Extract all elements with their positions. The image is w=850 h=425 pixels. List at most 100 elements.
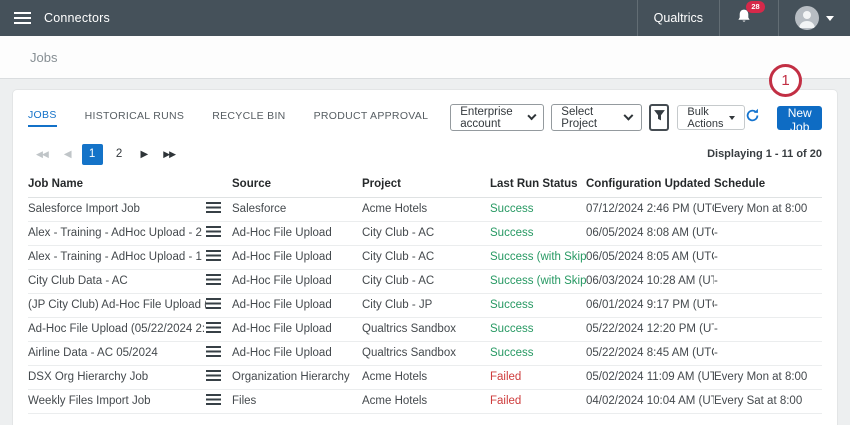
tab-jobs[interactable]: JOBS xyxy=(28,109,57,127)
tab-recycle-bin[interactable]: RECYCLE BIN xyxy=(212,110,285,126)
user-menu[interactable] xyxy=(778,0,850,36)
job-name-cell: Alex - Training - AdHoc Upload - 1 xyxy=(28,245,206,269)
updated-cell: 04/02/2024 10:04 AM (UTC-... xyxy=(586,389,714,413)
avatar xyxy=(795,6,819,30)
notifications-button[interactable]: 28 xyxy=(719,0,778,36)
source-cell: Organization Hierarchy xyxy=(232,365,362,389)
app-header: Connectors Qualtrics 28 xyxy=(0,0,850,36)
status-badge: Success xyxy=(490,227,533,239)
source-cell: Salesforce xyxy=(232,197,362,221)
table-row: Weekly Files Import Job Files Acme Hotel… xyxy=(28,389,822,413)
job-name-cell: (JP City Club) Ad-Hoc File Upload (06/01… xyxy=(28,293,206,317)
column-header-schedule[interactable]: Schedule xyxy=(714,171,822,197)
row-actions-button[interactable] xyxy=(206,322,221,333)
column-header-actions xyxy=(206,171,232,197)
table-row: City Club Data - AC Ad-Hoc File Upload C… xyxy=(28,269,822,293)
table-row: Airline Data - AC 05/2024 Ad-Hoc File Up… xyxy=(28,341,822,365)
updated-cell: 06/01/2024 9:17 PM (UTC-0... xyxy=(586,293,714,317)
breadcrumb-bar: Jobs xyxy=(0,36,850,79)
project-select-value: Select Project xyxy=(561,106,625,130)
last-page-button[interactable]: ▶▶ xyxy=(155,149,183,160)
account-select[interactable]: Enterprise account xyxy=(450,104,544,131)
status-badge: Success (with Skipp... xyxy=(490,275,586,287)
table-header-row: Job Name Source Project Last Run Status … xyxy=(28,171,822,197)
page-button-1[interactable]: 1 xyxy=(82,144,103,165)
column-header-configuration-updated[interactable]: Configuration Updated xyxy=(586,171,714,197)
table-row: (JP City Club) Ad-Hoc File Upload (06/01… xyxy=(28,293,822,317)
source-cell: Ad-Hoc File Upload xyxy=(232,269,362,293)
job-name-cell: Ad-Hoc File Upload (05/22/2024 2:19 PM .… xyxy=(28,317,206,341)
table-row: Alex - Training - AdHoc Upload - 1 Ad-Ho… xyxy=(28,245,822,269)
page-button-2[interactable]: 2 xyxy=(109,144,130,165)
table-row: Salesforce Import Job Salesforce Acme Ho… xyxy=(28,197,822,221)
row-actions-button[interactable] xyxy=(206,202,221,213)
new-job-button[interactable]: New Job xyxy=(777,106,822,130)
row-actions-button[interactable] xyxy=(206,298,221,309)
annotation-callout-1: 1 xyxy=(769,64,802,97)
app-title: Connectors xyxy=(44,11,110,25)
tab-historical-runs[interactable]: HISTORICAL RUNS xyxy=(85,110,185,126)
schedule-cell: - xyxy=(714,221,822,245)
row-actions-button[interactable] xyxy=(206,394,221,405)
tab-bar: JOBS HISTORICAL RUNS RECYCLE BIN PRODUCT… xyxy=(28,109,428,127)
table-row: DSX Org Hierarchy Job Organization Hiera… xyxy=(28,365,822,389)
updated-cell: 06/03/2024 10:28 AM (UTC-... xyxy=(586,269,714,293)
job-name-cell: Salesforce Import Job xyxy=(28,197,206,221)
bulk-actions-label: Bulk Actions xyxy=(687,106,723,130)
refresh-icon xyxy=(745,108,760,128)
column-header-project[interactable]: Project xyxy=(362,171,490,197)
schedule-cell: Every Sat at 8:00 xyxy=(714,389,822,413)
status-badge: Success (with Skipp... xyxy=(490,251,586,263)
column-header-job-name[interactable]: Job Name xyxy=(28,171,206,197)
row-actions-button[interactable] xyxy=(206,250,221,261)
breadcrumb: Jobs xyxy=(30,50,57,65)
schedule-cell: - xyxy=(714,245,822,269)
brand-link[interactable]: Qualtrics xyxy=(637,0,719,36)
status-badge: Success xyxy=(490,299,533,311)
account-select-value: Enterprise account xyxy=(460,106,528,130)
bulk-actions-button[interactable]: Bulk Actions xyxy=(677,105,745,130)
bell-icon: 28 xyxy=(736,8,762,29)
project-cell: Acme Hotels xyxy=(362,389,490,413)
updated-cell: 06/05/2024 8:05 AM (UTC-0... xyxy=(586,245,714,269)
column-header-last-run-status[interactable]: Last Run Status xyxy=(490,171,586,197)
pagination-summary: Displaying 1 - 11 of 20 xyxy=(707,148,822,160)
job-name-cell: Alex - Training - AdHoc Upload - 2 xyxy=(28,221,206,245)
tab-product-approval[interactable]: PRODUCT APPROVAL xyxy=(314,110,429,126)
next-page-button[interactable]: ▶ xyxy=(133,149,156,160)
source-cell: Ad-Hoc File Upload xyxy=(232,221,362,245)
schedule-cell: - xyxy=(714,293,822,317)
row-actions-button[interactable] xyxy=(206,274,221,285)
updated-cell: 06/05/2024 8:08 AM (UTC-0... xyxy=(586,221,714,245)
toolbar: JOBS HISTORICAL RUNS RECYCLE BIN PRODUCT… xyxy=(28,104,822,131)
status-badge: Success xyxy=(490,203,533,215)
row-actions-button[interactable] xyxy=(206,370,221,381)
hamburger-menu-icon[interactable] xyxy=(14,12,31,24)
chevron-down-icon xyxy=(826,16,834,21)
row-actions-button[interactable] xyxy=(206,346,221,357)
job-name-cell: City Club Data - AC xyxy=(28,269,206,293)
updated-cell: 05/22/2024 8:45 AM (UTC-0... xyxy=(586,341,714,365)
table-row: Alex - Training - AdHoc Upload - 2 Ad-Ho… xyxy=(28,221,822,245)
job-name-cell: Weekly Files Import Job xyxy=(28,389,206,413)
brand-label: Qualtrics xyxy=(654,11,703,25)
project-select[interactable]: Select Project xyxy=(551,104,642,131)
first-page-button[interactable]: ◀◀ xyxy=(28,149,56,160)
project-cell: Qualtrics Sandbox xyxy=(362,317,490,341)
status-badge: Failed xyxy=(490,395,521,407)
prev-page-button[interactable]: ◀ xyxy=(56,149,79,160)
status-badge: Success xyxy=(490,347,533,359)
source-cell: Ad-Hoc File Upload xyxy=(232,293,362,317)
filter-button[interactable] xyxy=(649,104,669,131)
source-cell: Files xyxy=(232,389,362,413)
refresh-button[interactable] xyxy=(745,108,760,128)
schedule-cell: - xyxy=(714,269,822,293)
project-cell: City Club - AC xyxy=(362,269,490,293)
schedule-cell: - xyxy=(714,341,822,365)
column-header-source[interactable]: Source xyxy=(232,171,362,197)
row-actions-button[interactable] xyxy=(206,226,221,237)
table-row: Ad-Hoc File Upload (05/22/2024 2:19 PM .… xyxy=(28,317,822,341)
schedule-cell: - xyxy=(714,317,822,341)
project-cell: Acme Hotels xyxy=(362,365,490,389)
jobs-panel: JOBS HISTORICAL RUNS RECYCLE BIN PRODUCT… xyxy=(13,90,837,425)
